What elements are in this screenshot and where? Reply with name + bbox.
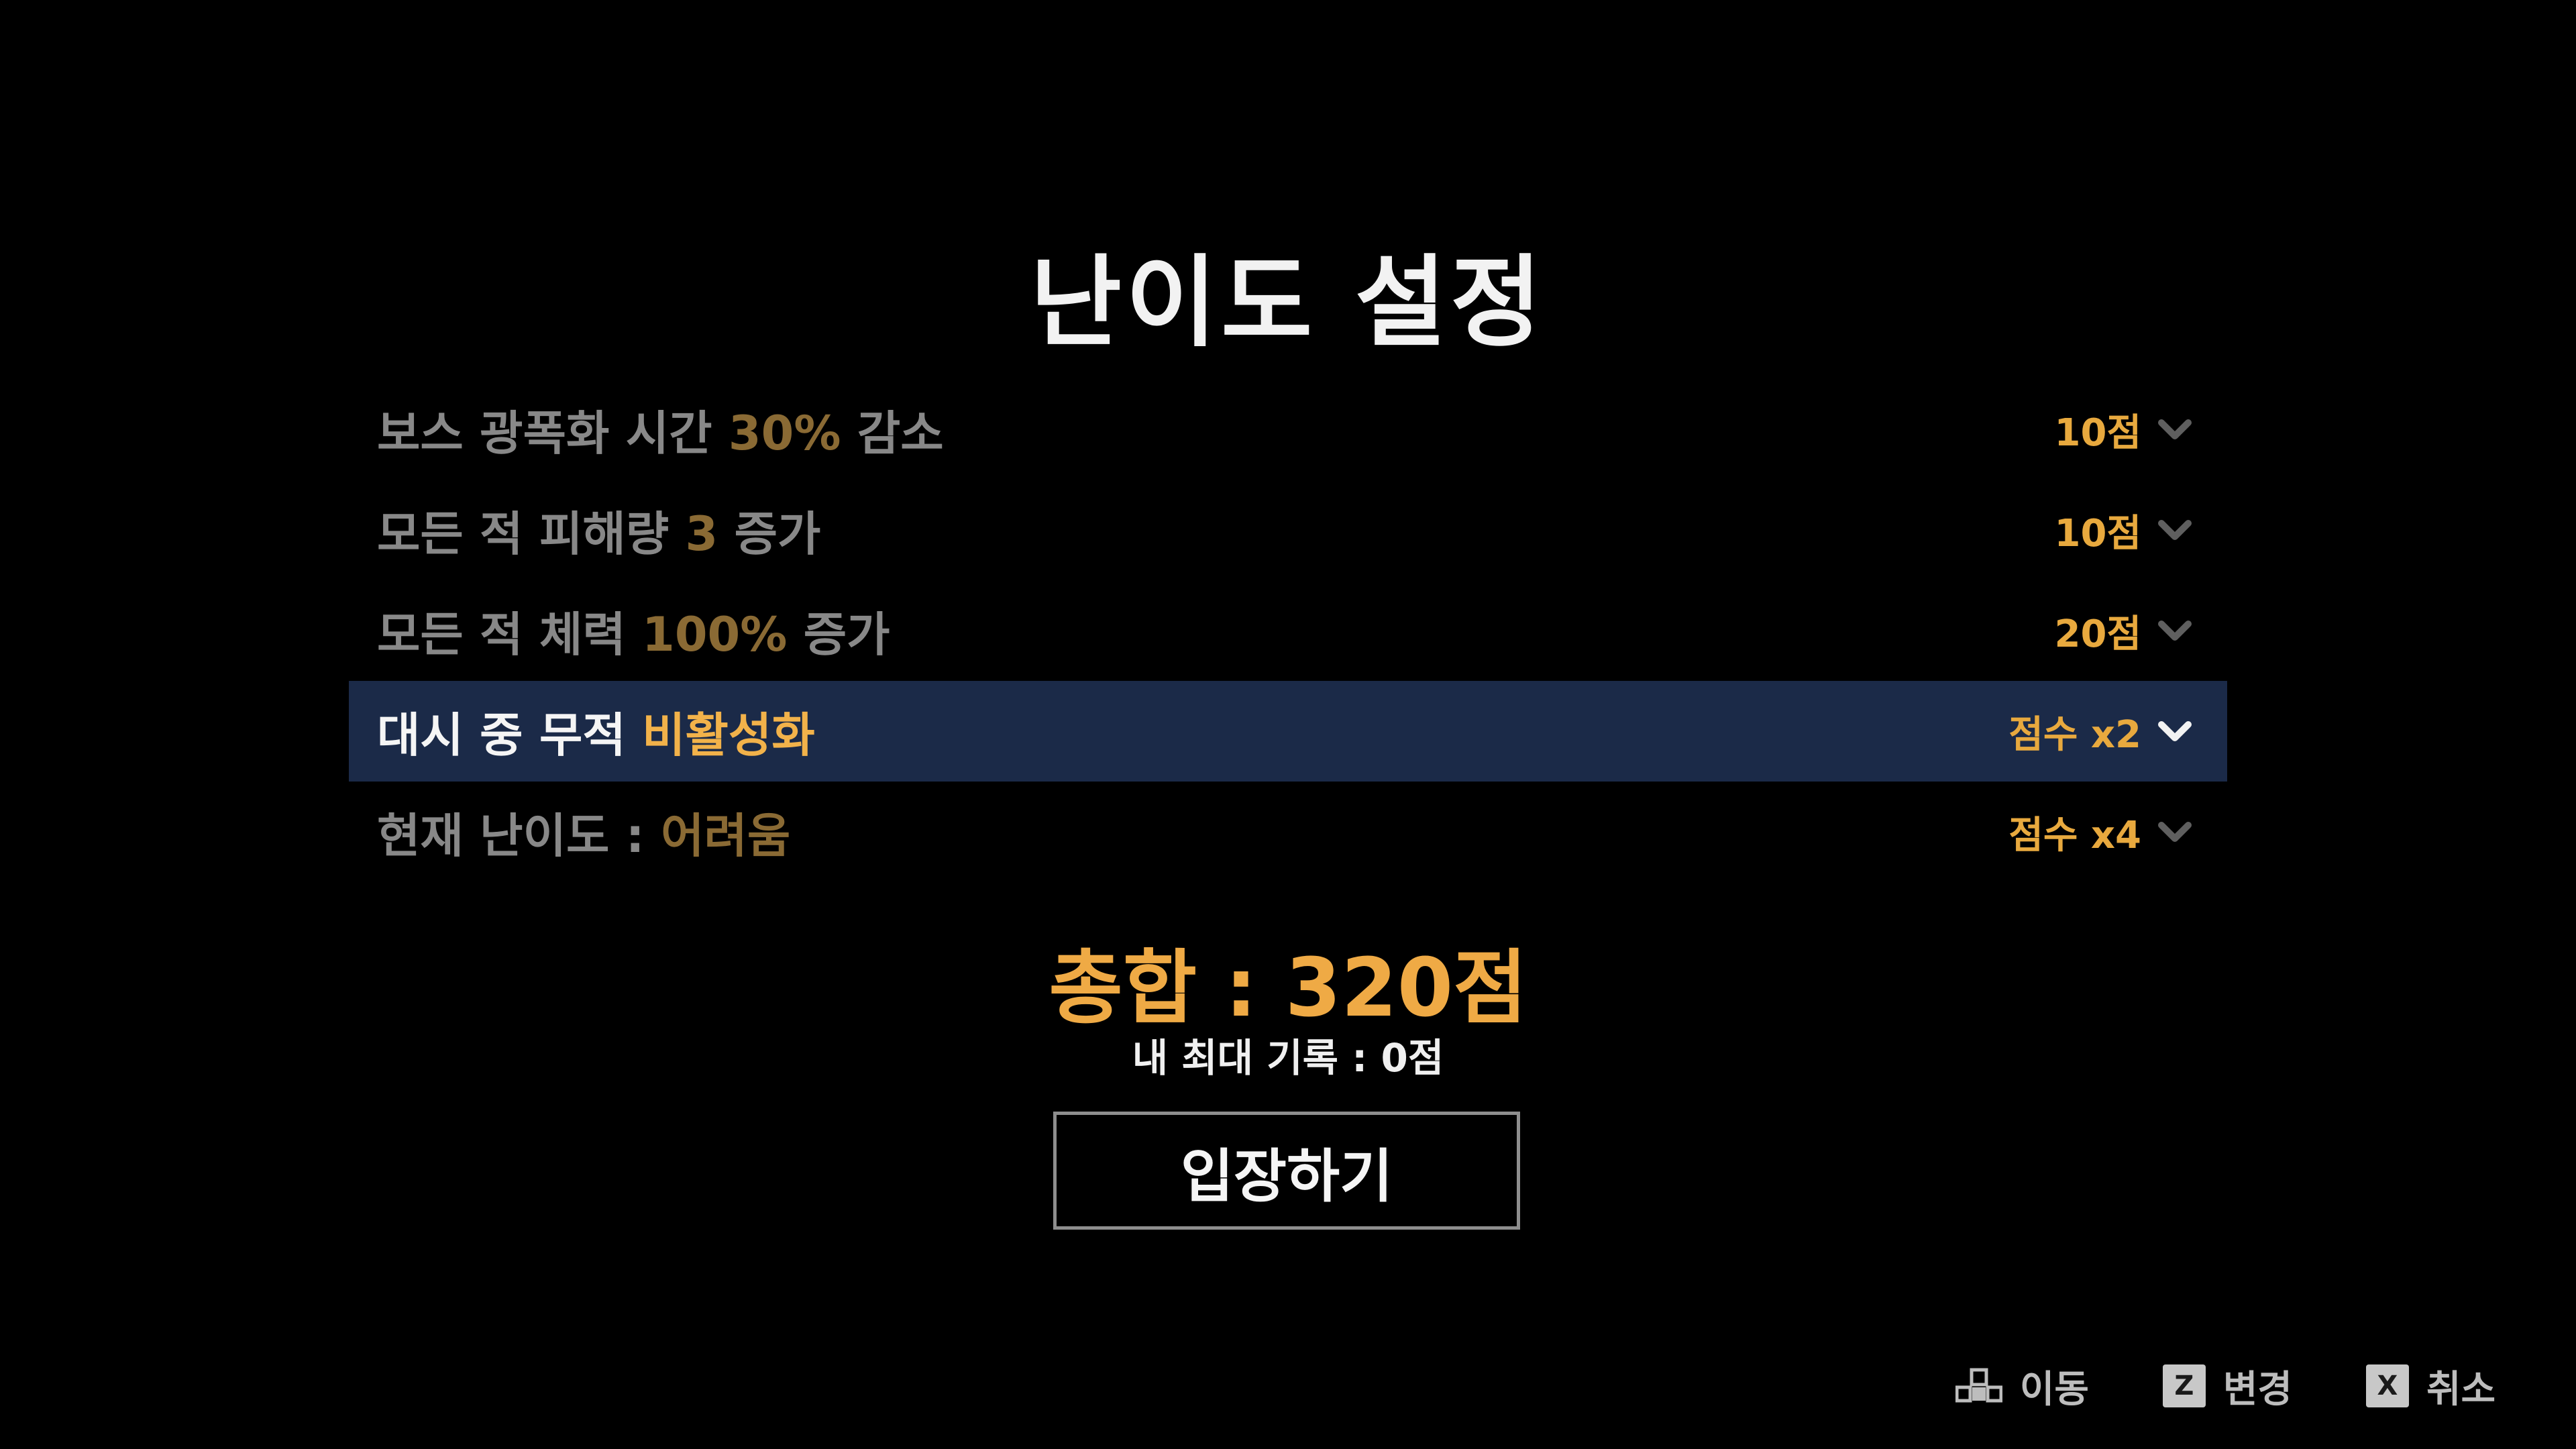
- option-score: 20점: [2054, 612, 2141, 656]
- option-row-enemy-health[interactable]: 모든 적 체력 100% 증가 20점: [349, 580, 2227, 681]
- chevron-down-icon[interactable]: [2155, 812, 2195, 852]
- difficulty-options-list: 보스 광폭화 시간 30% 감소 10점 모든 적 피해량 3 증가 10점 모…: [349, 379, 2227, 882]
- total-score: 총합 : 320점: [1049, 942, 1527, 1035]
- option-label: 대시 중 무적 비활성화: [377, 707, 815, 763]
- control-hints: 이동 Z 변경 X 취소: [1955, 1359, 2496, 1413]
- best-record: 내 최대 기록 : 0점: [1132, 1035, 1444, 1081]
- hint-label: 이동: [2019, 1367, 2089, 1411]
- x-key-icon: X: [2365, 1364, 2409, 1407]
- dpad-icon: [1955, 1368, 2002, 1403]
- option-label: 현재 난이도 : 어려움: [377, 808, 791, 863]
- option-label: 보스 광폭화 시간 30% 감소: [377, 405, 944, 461]
- hint-move[interactable]: 이동: [1955, 1359, 2089, 1413]
- option-score: 점수 x4: [2008, 813, 2141, 857]
- hint-cancel[interactable]: X 취소: [2365, 1359, 2496, 1413]
- hint-label: 취소: [2426, 1367, 2496, 1411]
- chevron-down-icon[interactable]: [2155, 711, 2195, 751]
- option-row-enemy-damage[interactable]: 모든 적 피해량 3 증가 10점: [349, 480, 2227, 580]
- option-label: 모든 적 피해량 3 증가: [377, 506, 821, 561]
- chevron-down-icon[interactable]: [2155, 610, 2195, 651]
- chevron-down-icon[interactable]: [2155, 409, 2195, 449]
- hint-label: 변경: [2222, 1367, 2292, 1411]
- option-label: 모든 적 체력 100% 증가: [377, 606, 890, 662]
- page-title: 난이도 설정: [1030, 245, 1546, 360]
- option-score: 10점: [2054, 411, 2141, 455]
- option-score: 점수 x2: [2008, 712, 2141, 757]
- option-row-boss-enrage[interactable]: 보스 광폭화 시간 30% 감소 10점: [349, 379, 2227, 480]
- option-row-current-difficulty[interactable]: 현재 난이도 : 어려움 점수 x4: [349, 782, 2227, 882]
- chevron-down-icon[interactable]: [2155, 510, 2195, 550]
- enter-button[interactable]: 입장하기: [1053, 1112, 1520, 1230]
- option-score: 10점: [2054, 511, 2141, 555]
- hint-change[interactable]: Z 변경: [2162, 1359, 2292, 1413]
- option-row-dash-invincibility[interactable]: 대시 중 무적 비활성화 점수 x2: [349, 681, 2227, 782]
- z-key-icon: Z: [2162, 1364, 2206, 1407]
